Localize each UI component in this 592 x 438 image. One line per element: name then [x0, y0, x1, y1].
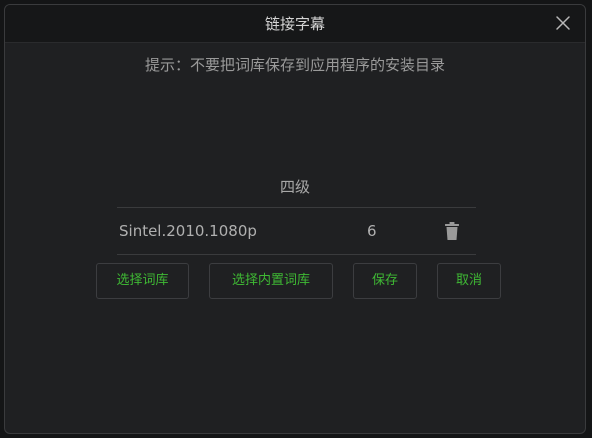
link-subtitle-dialog: 链接字幕 提示：不要把词库保存到应用程序的安装目录 四级 Sintel.2010… [4, 4, 586, 434]
library-table: Sintel.2010.1080p 6 [117, 207, 476, 255]
close-icon[interactable] [555, 15, 571, 31]
save-button[interactable]: 保存 [353, 263, 417, 299]
hint-text: 提示：不要把词库保存到应用程序的安装目录 [144, 56, 445, 74]
dialog-title: 链接字幕 [264, 15, 325, 33]
choose-library-button[interactable]: 选择词库 [96, 263, 189, 299]
trash-icon[interactable] [445, 222, 459, 240]
dialog-titlebar: 链接字幕 [5, 5, 585, 43]
library-count: 6 [367, 222, 377, 240]
choose-builtin-library-button[interactable]: 选择内置词库 [209, 263, 333, 299]
table-row: Sintel.2010.1080p 6 [117, 208, 476, 254]
library-name: Sintel.2010.1080p [119, 222, 257, 240]
cancel-button[interactable]: 取消 [437, 263, 501, 299]
section-title: 四级 [279, 178, 310, 196]
